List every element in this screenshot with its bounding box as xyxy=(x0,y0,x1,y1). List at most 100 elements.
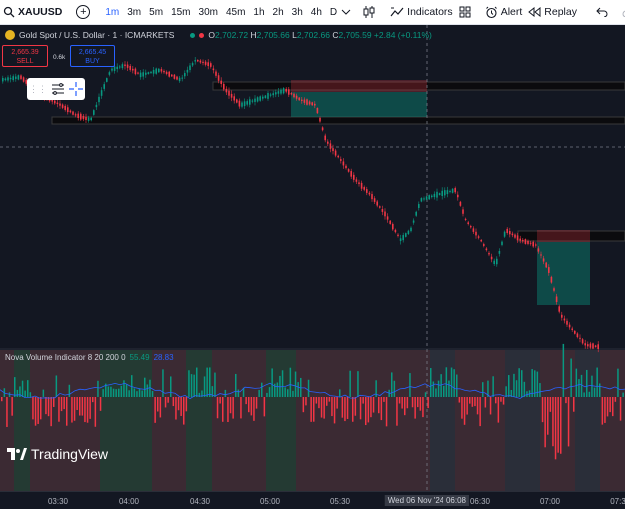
interval-30m[interactable]: 30m xyxy=(195,0,222,24)
chart-area[interactable]: Gold Spot / U.S. Dollar · 1 · ICMARKETS … xyxy=(0,25,625,491)
candles-style-button[interactable] xyxy=(359,0,379,24)
sell-button[interactable]: 2,665.39 SELL xyxy=(2,45,48,67)
indicator-bg-band xyxy=(296,350,366,491)
volume-bar xyxy=(352,397,354,422)
candle xyxy=(225,88,228,93)
volume-bar xyxy=(235,373,237,397)
interval-15m[interactable]: 15m xyxy=(167,0,194,24)
volume-bar xyxy=(453,369,455,397)
candle xyxy=(574,330,576,334)
candle xyxy=(563,318,566,321)
volume-bar xyxy=(66,397,68,426)
interval-5m[interactable]: 5m xyxy=(145,0,167,24)
candle xyxy=(519,238,521,241)
volume-bar xyxy=(261,382,263,397)
indicator-name: Nova Volume Indicator 8 20 200 0 xyxy=(5,353,126,362)
candle xyxy=(584,343,586,346)
volume-bar xyxy=(414,397,416,419)
volume-bar xyxy=(346,397,349,419)
volume-bar xyxy=(138,388,141,397)
candle xyxy=(280,89,282,94)
candle xyxy=(199,60,202,63)
volume-bar xyxy=(404,397,406,416)
candle xyxy=(223,83,225,90)
time-axis[interactable]: 03:30 04:00 04:30 05:00 05:30 Wed 06 Nov '24 0… xyxy=(0,491,625,509)
interval-3m[interactable]: 3m xyxy=(123,0,145,24)
candle xyxy=(480,239,482,242)
candle xyxy=(550,276,553,283)
candle xyxy=(98,96,100,103)
volume-bar xyxy=(97,380,99,397)
volume-bar xyxy=(112,388,115,397)
price-chart[interactable] xyxy=(0,25,625,491)
candle xyxy=(155,68,157,74)
volume-bar xyxy=(541,397,544,423)
volume-bar xyxy=(263,397,266,417)
candle xyxy=(228,90,230,96)
drag-handle-icon[interactable]: ⋮⋮ xyxy=(29,84,47,95)
candle xyxy=(342,161,345,166)
indicator-bg-band xyxy=(30,350,100,491)
candle xyxy=(61,104,64,108)
candle xyxy=(80,113,82,120)
time-tick-label: 04:30 xyxy=(189,497,211,506)
undo-icon xyxy=(596,7,608,17)
undo-button[interactable] xyxy=(588,0,616,24)
volume-bar xyxy=(302,397,305,413)
replay-button[interactable]: Replay xyxy=(525,0,580,24)
volume-bar xyxy=(120,385,123,397)
indicator-value-1: 55.49 xyxy=(129,353,150,362)
candle xyxy=(204,61,207,65)
volume-bar xyxy=(482,382,484,397)
volume-bar xyxy=(203,376,206,397)
candle xyxy=(511,233,514,236)
candle xyxy=(425,196,428,200)
interval-4h[interactable]: 4h xyxy=(307,0,326,24)
candle xyxy=(85,116,87,120)
candle xyxy=(397,234,399,236)
indicators-button[interactable]: Indicators xyxy=(387,0,456,24)
interval-45m[interactable]: 45m xyxy=(222,0,249,24)
templates-button[interactable] xyxy=(456,0,474,24)
volume-bar xyxy=(99,397,102,411)
candle xyxy=(194,60,196,62)
redo-button[interactable] xyxy=(616,0,625,24)
settings-lines-icon[interactable] xyxy=(51,83,65,95)
candle xyxy=(217,75,220,81)
candle xyxy=(589,343,592,348)
low-value: 2,702.66 xyxy=(296,30,330,40)
chevron-down-icon[interactable] xyxy=(341,8,351,16)
top-toolbar: XAUUSD + 1m 3m 5m 15m 30m 45m 1h 2h 3h 4h D Indica… xyxy=(0,0,625,25)
candle xyxy=(238,100,241,107)
candle xyxy=(173,74,176,79)
interval-1h[interactable]: 1h xyxy=(249,0,268,24)
candle xyxy=(423,198,425,200)
volume-bar xyxy=(55,375,58,397)
interval-D[interactable]: D xyxy=(326,0,341,24)
compare-button[interactable]: + xyxy=(73,0,93,24)
volume-bar xyxy=(159,397,162,418)
volume-bar xyxy=(42,389,45,397)
candle xyxy=(483,244,485,246)
candle xyxy=(202,61,204,63)
search-icon xyxy=(3,6,15,18)
volume-bar xyxy=(118,388,120,397)
indicators-icon xyxy=(390,7,404,17)
candle xyxy=(176,76,178,80)
interval-3h[interactable]: 3h xyxy=(288,0,307,24)
volume-bar xyxy=(224,389,227,397)
candle xyxy=(498,251,501,254)
volume-bar xyxy=(175,397,177,420)
buy-button[interactable]: 2,665.45 BUY xyxy=(70,45,115,67)
candle xyxy=(67,107,69,113)
candle xyxy=(77,113,79,119)
interval-1m[interactable]: 1m xyxy=(101,0,123,24)
floating-drawing-toolbar[interactable]: ⋮⋮ xyxy=(27,78,85,100)
interval-2h[interactable]: 2h xyxy=(269,0,288,24)
candle xyxy=(189,65,191,71)
candle xyxy=(113,66,116,71)
volume-bar xyxy=(125,384,128,397)
alert-button[interactable]: Alert xyxy=(482,0,526,24)
crosshair-icon[interactable] xyxy=(69,82,83,96)
symbol-search-button[interactable]: XAUUSD xyxy=(0,0,65,24)
